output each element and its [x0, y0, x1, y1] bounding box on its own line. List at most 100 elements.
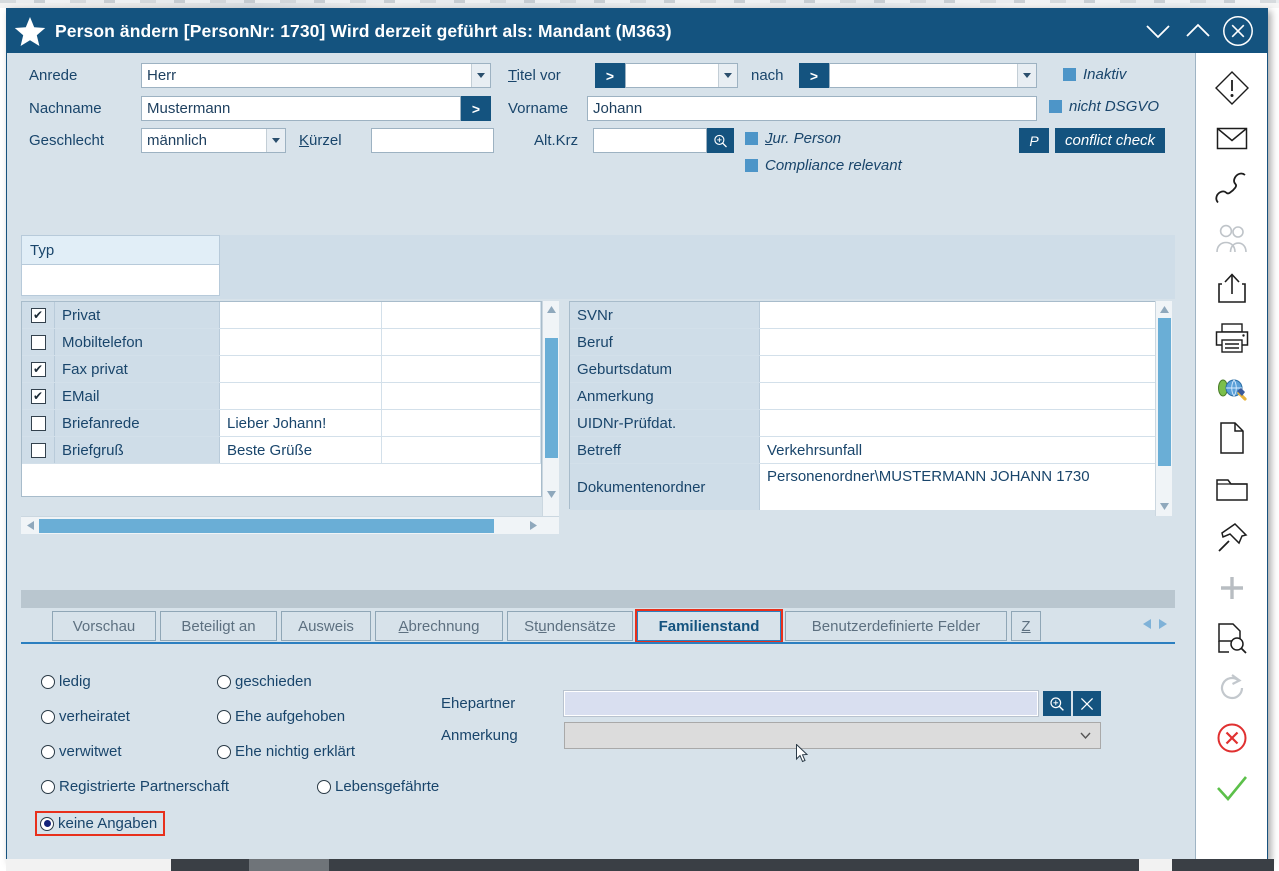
row-value-2[interactable]	[382, 302, 541, 328]
scroll-right-arrow-icon[interactable]	[524, 517, 542, 535]
geschlecht-input[interactable]	[141, 128, 286, 153]
scroll-up-arrow-icon[interactable]	[543, 301, 560, 318]
cancel-icon[interactable]	[1204, 713, 1260, 763]
checkbox-checked-icon[interactable]: ✔	[30, 388, 46, 404]
row-checkbox[interactable]	[22, 410, 55, 436]
details-grid-vscroll-thumb[interactable]	[1157, 318, 1171, 466]
row-value-2[interactable]	[382, 437, 541, 463]
row-value[interactable]	[220, 356, 382, 382]
contact-grid-vscrollbar[interactable]	[542, 301, 559, 516]
envelope-icon[interactable]	[1204, 113, 1260, 163]
pin-icon[interactable]	[1204, 513, 1260, 563]
row-value[interactable]	[220, 383, 382, 409]
inaktiv-flag[interactable]: Inaktiv	[1063, 66, 1126, 83]
row-checkbox[interactable]	[22, 329, 55, 355]
printer-icon[interactable]	[1204, 313, 1260, 363]
table-row[interactable]: Mobiltelefon	[22, 329, 541, 356]
typ-value-cell[interactable]	[21, 265, 220, 296]
radio-geschieden[interactable]: geschieden	[217, 673, 312, 690]
document-icon[interactable]	[1204, 413, 1260, 463]
scroll-up-arrow-icon[interactable]	[1156, 301, 1173, 318]
tab-nav-arrows[interactable]	[1133, 611, 1177, 641]
p-button[interactable]: P	[1019, 128, 1049, 153]
conflict-check-button[interactable]: conflict check	[1055, 128, 1166, 153]
nach-combo[interactable]	[829, 63, 1037, 88]
row-checkbox[interactable]: ✔	[22, 383, 55, 409]
table-row[interactable]: Dokumentenordner Personenordner\MUSTERMAN…	[570, 464, 1168, 510]
tab-ausweis[interactable]: Ausweis	[281, 611, 371, 641]
row-value[interactable]: Lieber Johann!	[220, 410, 382, 436]
radio-unselected-icon[interactable]	[217, 674, 231, 689]
nach-input[interactable]	[829, 63, 1037, 88]
contacts-icon[interactable]	[1204, 213, 1260, 263]
tab-next-icon[interactable]	[1157, 617, 1170, 636]
favorite-star-icon[interactable]	[13, 14, 47, 48]
ehepartner-clear-button[interactable]	[1073, 691, 1101, 716]
close-icon[interactable]	[1219, 12, 1257, 50]
chevron-down-icon[interactable]	[266, 129, 285, 152]
row-value[interactable]	[760, 410, 1168, 436]
radio-ledig[interactable]: ledig	[41, 673, 91, 690]
tab-z[interactable]: Z	[1011, 611, 1041, 641]
vorname-input[interactable]	[587, 96, 1037, 121]
tab-familienstand[interactable]: Familienstand	[637, 611, 781, 641]
minimize-icon[interactable]	[1139, 12, 1177, 50]
row-value-2[interactable]	[382, 410, 541, 436]
bottom-scrollbar[interactable]	[6, 859, 1274, 871]
scroll-down-arrow-icon[interactable]	[543, 486, 560, 503]
anrede-input[interactable]	[141, 63, 491, 88]
maximize-icon[interactable]	[1179, 12, 1217, 50]
titel-vor-combo[interactable]	[625, 63, 738, 88]
checkbox-checked-icon[interactable]: ✔	[30, 307, 46, 323]
kuerzel-input[interactable]	[371, 128, 494, 153]
titel-vor-go-button[interactable]: >	[595, 63, 625, 88]
row-value[interactable]: Verkehrsunfall	[760, 437, 1168, 463]
globe-color-icon[interactable]	[1204, 363, 1260, 413]
table-row-empty[interactable]	[22, 464, 541, 496]
ehepartner-input[interactable]	[563, 690, 1039, 717]
scroll-down-arrow-icon[interactable]	[1156, 498, 1173, 515]
tab-prev-icon[interactable]	[1140, 617, 1153, 636]
row-value[interactable]: Personenordner\MUSTERMANN JOHANN 1730	[760, 464, 1168, 510]
row-value[interactable]	[220, 302, 382, 328]
nachname-input[interactable]	[141, 96, 461, 121]
folder-icon[interactable]	[1204, 463, 1260, 513]
nach-go-button[interactable]: >	[799, 63, 829, 88]
phone-icon[interactable]	[1204, 163, 1260, 213]
radio-verheiratet[interactable]: verheiratet	[41, 708, 130, 725]
radio-ehe-nichtig-erklärt[interactable]: Ehe nichtig erklärt	[217, 743, 355, 760]
details-grid-vscrollbar[interactable]	[1155, 301, 1172, 516]
plus-icon[interactable]	[1204, 563, 1260, 613]
radio-selected-icon[interactable]	[40, 816, 54, 831]
radio-unselected-icon[interactable]	[217, 709, 231, 724]
table-row[interactable]: ✔ Privat	[22, 302, 541, 329]
table-row[interactable]: Beruf	[570, 329, 1168, 356]
table-row[interactable]: Anmerkung	[570, 383, 1168, 410]
table-row[interactable]: Briefgruß Beste Grüße	[22, 437, 541, 464]
refresh-icon[interactable]	[1204, 663, 1260, 713]
checkbox-unchecked-icon[interactable]	[30, 442, 46, 458]
row-value[interactable]	[220, 329, 382, 355]
nicht-dsgvo-flag[interactable]: nicht DSGVO	[1049, 98, 1159, 115]
bottom-scroll-segment[interactable]	[249, 859, 329, 871]
tab-stundens-tze[interactable]: Stundensätze	[507, 611, 633, 641]
scroll-left-arrow-icon[interactable]	[21, 517, 39, 535]
share-export-icon[interactable]	[1204, 263, 1260, 313]
checkbox-unchecked-icon[interactable]	[30, 415, 46, 431]
radio-unselected-icon[interactable]	[41, 779, 55, 794]
row-value-2[interactable]	[382, 383, 541, 409]
table-row[interactable]: ✔ EMail	[22, 383, 541, 410]
chevron-down-icon[interactable]	[718, 64, 737, 87]
radio-registrierte-partnerschaft[interactable]: Registrierte Partnerschaft	[41, 778, 229, 795]
anmerkung-select[interactable]	[564, 722, 1101, 749]
chevron-down-icon[interactable]	[1079, 728, 1092, 743]
radio-keine-angaben[interactable]: keine Angaben	[37, 813, 164, 834]
row-checkbox[interactable]: ✔	[22, 356, 55, 382]
typ-column-header[interactable]: Typ	[21, 235, 220, 265]
radio-unselected-icon[interactable]	[317, 779, 331, 794]
contact-grid-vscroll-thumb[interactable]	[544, 338, 558, 458]
radio-unselected-icon[interactable]	[41, 709, 55, 724]
row-value[interactable]: Beste Grüße	[220, 437, 382, 463]
tab-benutzerdefinierte-felder[interactable]: Benutzerdefinierte Felder	[785, 611, 1007, 641]
jur-person-flag[interactable]: Jur. Person	[745, 130, 841, 147]
